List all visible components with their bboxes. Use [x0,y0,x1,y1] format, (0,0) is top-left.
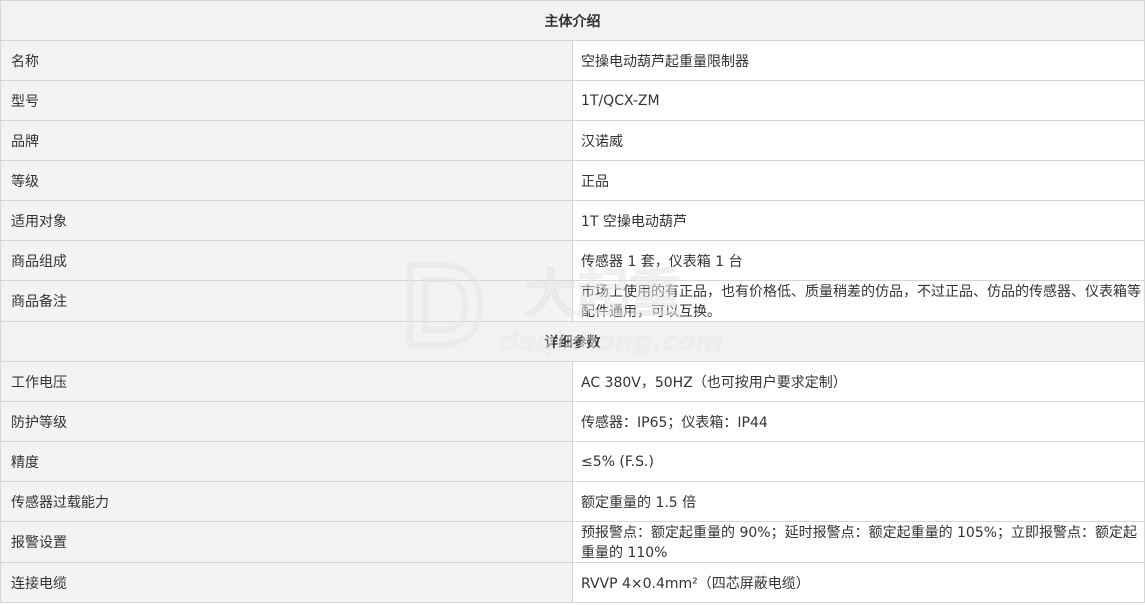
section-title: 主体介绍 [0,0,1145,41]
row-value: 1T/QCX-ZM [572,80,1145,121]
table-row: 品牌 汉诺威 [0,120,1145,161]
row-value: 正品 [572,160,1145,201]
row-label: 适用对象 [0,200,573,241]
row-label: 工作电压 [0,361,573,402]
row-value: 预报警点：额定起重量的 90%；延时报警点：额定起重量的 105%；立即报警点：… [572,521,1145,563]
row-label: 商品组成 [0,240,573,281]
section-title: 详细参数 [0,321,1145,362]
section-header-params: 详细参数 [0,321,1145,362]
row-label: 传感器过载能力 [0,481,573,522]
row-value: AC 380V，50HZ（也可按用户要求定制） [572,361,1145,402]
row-value: 额定重量的 1.5 倍 [572,481,1145,522]
spec-table: 主体介绍 名称 空操电动葫芦起重量限制器 型号 1T/QCX-ZM 品牌 汉诺威… [0,0,1145,603]
row-label: 连接电缆 [0,562,573,603]
row-value: RVVP 4×0.4mm²（四芯屏蔽电缆） [572,562,1145,603]
row-value: 空操电动葫芦起重量限制器 [572,40,1145,81]
row-value: ≤5% (F.S.) [572,441,1145,482]
row-label: 精度 [0,441,573,482]
row-value: 传感器：IP65；仪表箱：IP44 [572,401,1145,442]
row-label: 报警设置 [0,521,573,563]
table-row: 型号 1T/QCX-ZM [0,80,1145,121]
row-value: 传感器 1 套，仪表箱 1 台 [572,240,1145,281]
row-label: 名称 [0,40,573,81]
table-row: 防护等级 传感器：IP65；仪表箱：IP44 [0,401,1145,442]
table-row: 商品备注 市场上使用的有正品，也有价格低、质量稍差的仿品，不过正品、仿品的传感器… [0,280,1145,322]
table-row: 工作电压 AC 380V，50HZ（也可按用户要求定制） [0,361,1145,402]
row-label: 商品备注 [0,280,573,322]
row-value: 市场上使用的有正品，也有价格低、质量稍差的仿品，不过正品、仿品的传感器、仪表箱等… [572,280,1145,322]
table-row: 适用对象 1T 空操电动葫芦 [0,200,1145,241]
table-row: 连接电缆 RVVP 4×0.4mm²（四芯屏蔽电缆） [0,562,1145,603]
row-label: 型号 [0,80,573,121]
row-label: 等级 [0,160,573,201]
section-header-intro: 主体介绍 [0,0,1145,41]
table-row: 名称 空操电动葫芦起重量限制器 [0,40,1145,81]
table-row: 等级 正品 [0,160,1145,201]
row-value: 1T 空操电动葫芦 [572,200,1145,241]
table-row: 精度 ≤5% (F.S.) [0,441,1145,482]
row-value: 汉诺威 [572,120,1145,161]
table-row: 商品组成 传感器 1 套，仪表箱 1 台 [0,240,1145,281]
row-label: 防护等级 [0,401,573,442]
table-row: 报警设置 预报警点：额定起重量的 90%；延时报警点：额定起重量的 105%；立… [0,521,1145,563]
table-row: 传感器过载能力 额定重量的 1.5 倍 [0,481,1145,522]
row-label: 品牌 [0,120,573,161]
